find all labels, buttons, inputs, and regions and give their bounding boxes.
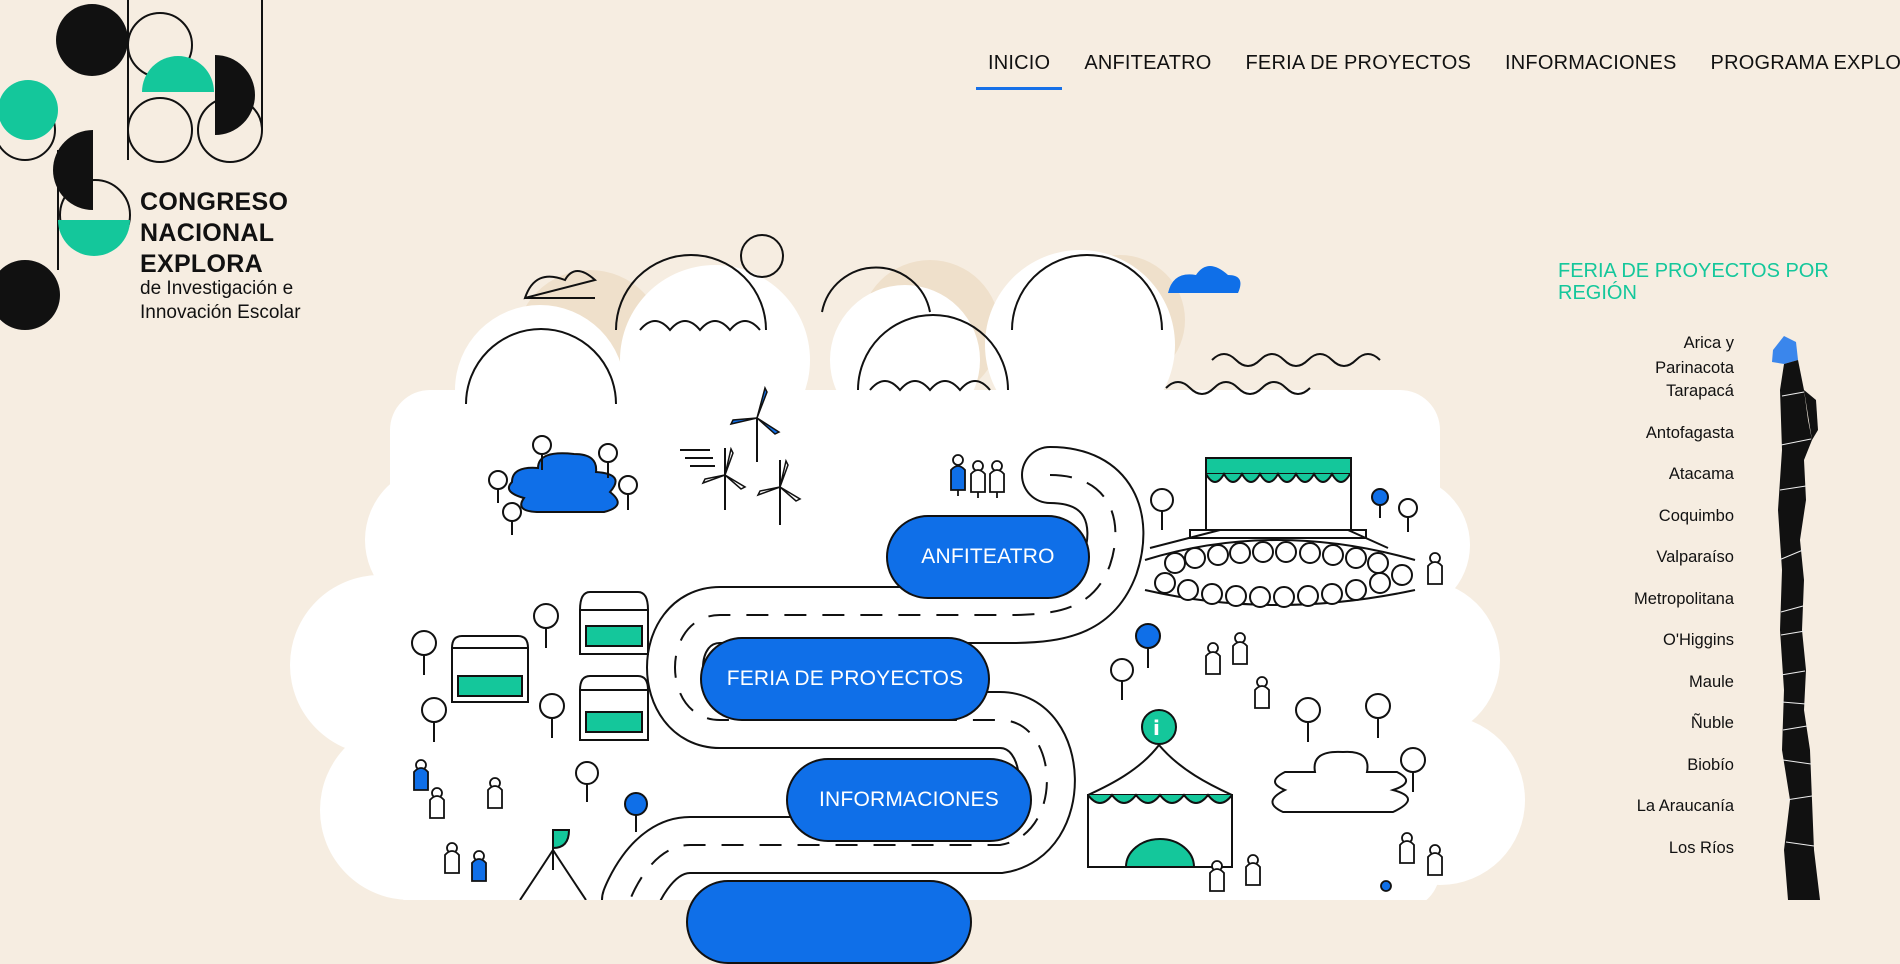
programa-button-partial[interactable] [686, 880, 972, 964]
region-item-nuble[interactable]: Ñuble [1634, 713, 1734, 755]
region-item-los-rios[interactable]: Los Ríos [1634, 838, 1734, 880]
region-item-ohiggins[interactable]: O'Higgins [1634, 630, 1734, 672]
region-item-coquimbo[interactable]: Coquimbo [1634, 506, 1734, 548]
informaciones-button[interactable]: INFORMACIONES [786, 758, 1032, 842]
region-item-araucania[interactable]: La Araucanía [1634, 796, 1734, 838]
regions-panel-title: FERIA DE PROYECTOS POR REGIÓN [1558, 260, 1829, 304]
chile-regions-map[interactable] [1760, 330, 1860, 900]
region-item-valparaiso[interactable]: Valparaíso [1634, 547, 1734, 589]
region-shape-arica[interactable] [1772, 336, 1798, 364]
svg-text:i: i [1153, 716, 1160, 740]
region-item-maule[interactable]: Maule [1634, 672, 1734, 714]
region-list: Arica y Parinacota Tarapacá Antofagasta … [1634, 331, 1734, 879]
region-item-tarapaca[interactable]: Tarapacá [1634, 381, 1734, 423]
region-item-arica[interactable]: Arica y Parinacota [1639, 331, 1734, 381]
feria-de-proyectos-button[interactable]: FERIA DE PROYECTOS [700, 637, 990, 721]
region-item-biobio[interactable]: Biobío [1634, 755, 1734, 797]
event-map-illustration: i [290, 234, 1525, 900]
nav-item-programa-explora[interactable]: PROGRAMA EXPLORA [1699, 48, 1900, 90]
region-item-metropolitana[interactable]: Metropolitana [1634, 589, 1734, 631]
region-item-atacama[interactable]: Atacama [1634, 464, 1734, 506]
anfiteatro-button[interactable]: ANFITEATRO [886, 515, 1090, 599]
region-item-antofagasta[interactable]: Antofagasta [1634, 423, 1734, 465]
